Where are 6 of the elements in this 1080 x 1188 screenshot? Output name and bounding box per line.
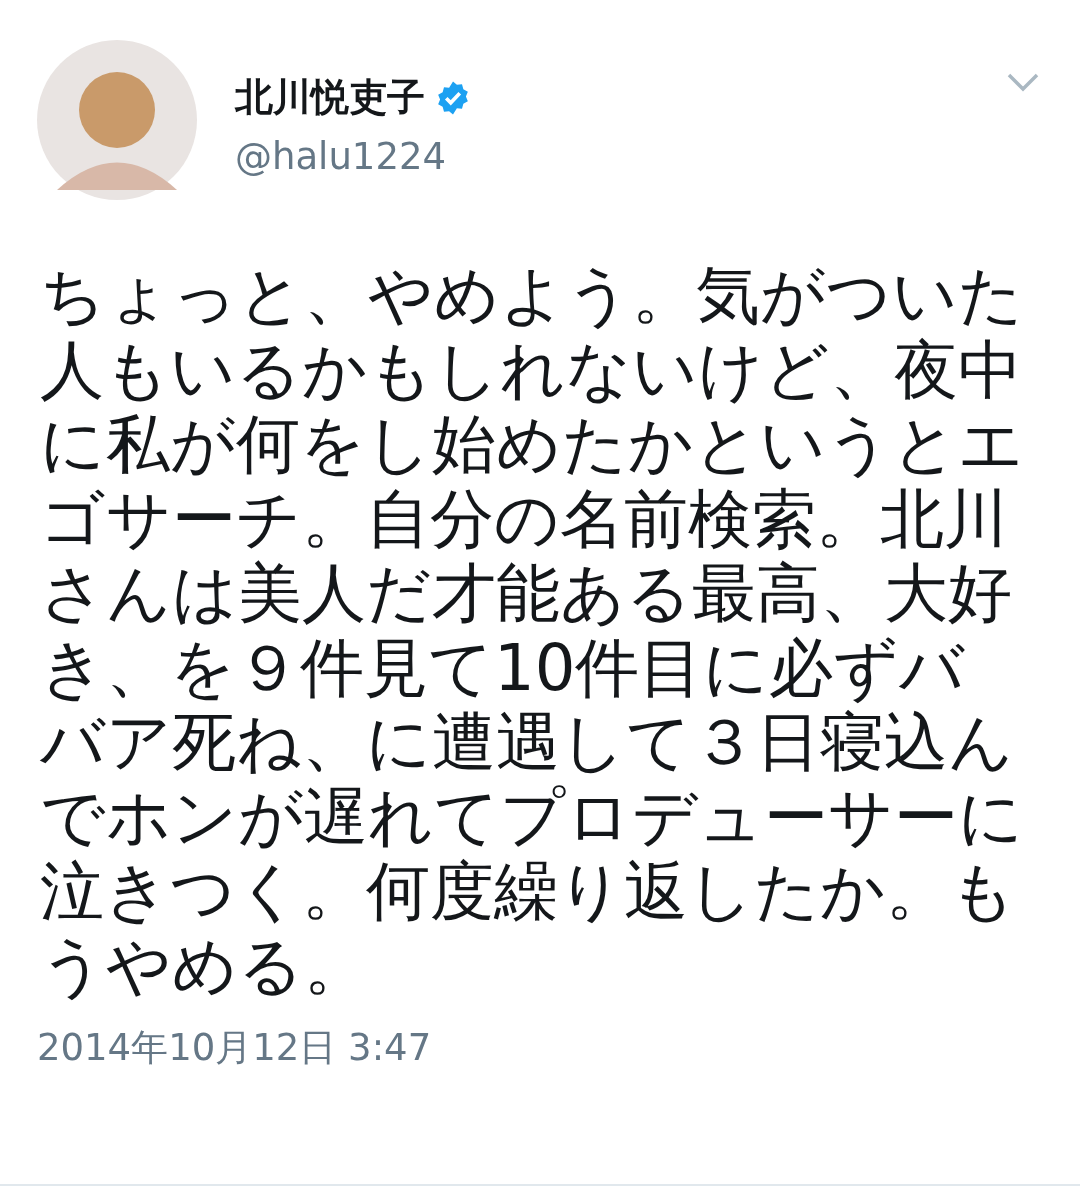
chevron-down-icon[interactable]	[1006, 72, 1040, 92]
author-handle[interactable]: @halu1224	[235, 135, 968, 178]
tweet-timestamp[interactable]: 2014年10月12日 3:47	[37, 1023, 432, 1073]
avatar[interactable]	[37, 40, 197, 200]
tweet-text: ちょっと、やめよう。気がついた人もいるかもしれないけど、夜中に私が何をし始めたかというとエゴサーチ。自分の名前検索。北川さんは美人だ才能ある最高、大好き、を９件見て10件目に必ずババア死ね、に遭遇して３日寝込んでホンが遅れてプロデューサーに泣きつく。何度繰り返したか。もうやめる。	[40, 258, 1025, 1003]
author-name[interactable]: 北川悦吏子	[235, 72, 425, 123]
